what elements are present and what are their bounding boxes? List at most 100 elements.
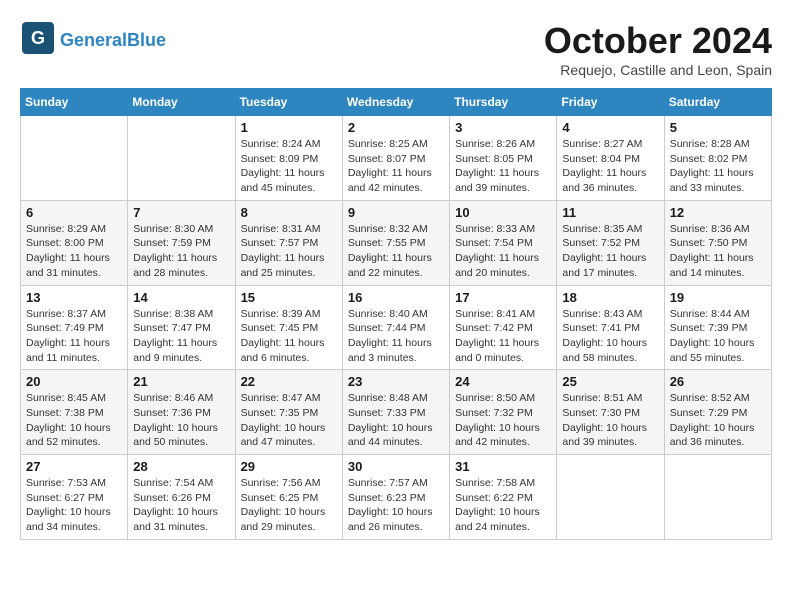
dow-header-wednesday: Wednesday xyxy=(342,89,449,116)
calendar-cell: 31Sunrise: 7:58 AM Sunset: 6:22 PM Dayli… xyxy=(450,455,557,540)
day-number: 26 xyxy=(670,374,766,389)
logo: G GeneralBlue xyxy=(20,20,166,61)
day-detail: Sunrise: 8:36 AM Sunset: 7:50 PM Dayligh… xyxy=(670,222,766,281)
calendar-cell: 28 Sunrise: 7:54 AM Sunset: 6:26 PM Dayli… xyxy=(128,455,235,540)
calendar-cell: 5Sunrise: 8:28 AM Sunset: 8:02 PM Daylig… xyxy=(664,116,771,201)
day-number: 17 xyxy=(455,290,551,305)
day-number: 23 xyxy=(348,374,444,389)
day-detail: Sunrise: 8:47 AM Sunset: 7:35 PM Dayligh… xyxy=(241,391,337,450)
day-number: 4 xyxy=(562,120,658,135)
day-number: 15 xyxy=(241,290,337,305)
week-row-5: 27 Sunrise: 7:53 AM Sunset: 6:27 PM Dayli… xyxy=(21,455,772,540)
day-detail: Sunrise: 8:29 AM Sunset: 8:00 PM Dayligh… xyxy=(26,222,122,281)
day-detail: Sunrise: 8:26 AM Sunset: 8:05 PM Dayligh… xyxy=(455,137,551,196)
day-detail: Sunrise: 8:52 AM Sunset: 7:29 PM Dayligh… xyxy=(670,391,766,450)
calendar-cell: 17 Sunrise: 8:41 AM Sunset: 7:42 PM Dayli… xyxy=(450,285,557,370)
month-title: October 2024 xyxy=(544,20,772,62)
week-row-1: 1 Sunrise: 8:24 AM Sunset: 8:09 PM Daylig… xyxy=(21,116,772,201)
day-number: 30 xyxy=(348,459,444,474)
day-number: 31 xyxy=(455,459,551,474)
logo-icon: G xyxy=(20,20,56,56)
day-detail: Sunrise: 7:57 AM Sunset: 6:23 PM Dayligh… xyxy=(348,476,444,535)
day-detail: Sunrise: 8:44 AM Sunset: 7:39 PM Dayligh… xyxy=(670,307,766,366)
page-header: G GeneralBlue October 2024 Requejo, Cast… xyxy=(20,20,772,78)
calendar-cell: 18 Sunrise: 8:43 AM Sunset: 7:41 PM Dayli… xyxy=(557,285,664,370)
week-row-3: 13 Sunrise: 8:37 AM Sunset: 7:49 PM Dayli… xyxy=(21,285,772,370)
day-detail: Sunrise: 8:37 AM Sunset: 7:49 PM Dayligh… xyxy=(26,307,122,366)
logo-line2: Blue xyxy=(127,30,166,50)
calendar-cell: 7 Sunrise: 8:30 AM Sunset: 7:59 PM Daylig… xyxy=(128,200,235,285)
day-detail: Sunrise: 8:46 AM Sunset: 7:36 PM Dayligh… xyxy=(133,391,229,450)
calendar-cell: 16Sunrise: 8:40 AM Sunset: 7:44 PM Dayli… xyxy=(342,285,449,370)
day-number: 27 xyxy=(26,459,122,474)
day-number: 14 xyxy=(133,290,229,305)
day-number: 22 xyxy=(241,374,337,389)
calendar-cell: 11Sunrise: 8:35 AM Sunset: 7:52 PM Dayli… xyxy=(557,200,664,285)
logo-line1: General xyxy=(60,30,127,50)
days-of-week-row: SundayMondayTuesdayWednesdayThursdayFrid… xyxy=(21,89,772,116)
logo-text: GeneralBlue xyxy=(60,31,166,51)
day-detail: Sunrise: 8:48 AM Sunset: 7:33 PM Dayligh… xyxy=(348,391,444,450)
day-detail: Sunrise: 8:45 AM Sunset: 7:38 PM Dayligh… xyxy=(26,391,122,450)
day-number: 7 xyxy=(133,205,229,220)
day-number: 10 xyxy=(455,205,551,220)
day-number: 12 xyxy=(670,205,766,220)
day-detail: Sunrise: 8:51 AM Sunset: 7:30 PM Dayligh… xyxy=(562,391,658,450)
calendar-cell: 1 Sunrise: 8:24 AM Sunset: 8:09 PM Daylig… xyxy=(235,116,342,201)
day-detail: Sunrise: 8:40 AM Sunset: 7:44 PM Dayligh… xyxy=(348,307,444,366)
day-detail: Sunrise: 8:43 AM Sunset: 7:41 PM Dayligh… xyxy=(562,307,658,366)
day-number: 8 xyxy=(241,205,337,220)
day-number: 2 xyxy=(348,120,444,135)
day-detail: Sunrise: 8:25 AM Sunset: 8:07 PM Dayligh… xyxy=(348,137,444,196)
calendar-cell: 25 Sunrise: 8:51 AM Sunset: 7:30 PM Dayli… xyxy=(557,370,664,455)
day-detail: Sunrise: 8:24 AM Sunset: 8:09 PM Dayligh… xyxy=(241,137,337,196)
day-detail: Sunrise: 8:28 AM Sunset: 8:02 PM Dayligh… xyxy=(670,137,766,196)
calendar-cell: 14Sunrise: 8:38 AM Sunset: 7:47 PM Dayli… xyxy=(128,285,235,370)
calendar-cell: 24Sunrise: 8:50 AM Sunset: 7:32 PM Dayli… xyxy=(450,370,557,455)
day-detail: Sunrise: 8:35 AM Sunset: 7:52 PM Dayligh… xyxy=(562,222,658,281)
calendar-cell: 26 Sunrise: 8:52 AM Sunset: 7:29 PM Dayli… xyxy=(664,370,771,455)
dow-header-tuesday: Tuesday xyxy=(235,89,342,116)
day-number: 1 xyxy=(241,120,337,135)
day-number: 28 xyxy=(133,459,229,474)
calendar-cell: 27 Sunrise: 7:53 AM Sunset: 6:27 PM Dayli… xyxy=(21,455,128,540)
day-number: 20 xyxy=(26,374,122,389)
day-detail: Sunrise: 8:41 AM Sunset: 7:42 PM Dayligh… xyxy=(455,307,551,366)
day-detail: Sunrise: 8:33 AM Sunset: 7:54 PM Dayligh… xyxy=(455,222,551,281)
day-number: 13 xyxy=(26,290,122,305)
day-number: 3 xyxy=(455,120,551,135)
day-detail: Sunrise: 7:54 AM Sunset: 6:26 PM Dayligh… xyxy=(133,476,229,535)
day-detail: Sunrise: 8:31 AM Sunset: 7:57 PM Dayligh… xyxy=(241,222,337,281)
calendar-cell: 23 Sunrise: 8:48 AM Sunset: 7:33 PM Dayli… xyxy=(342,370,449,455)
day-number: 9 xyxy=(348,205,444,220)
calendar-cell: 30 Sunrise: 7:57 AM Sunset: 6:23 PM Dayli… xyxy=(342,455,449,540)
day-detail: Sunrise: 7:56 AM Sunset: 6:25 PM Dayligh… xyxy=(241,476,337,535)
calendar-cell: 29Sunrise: 7:56 AM Sunset: 6:25 PM Dayli… xyxy=(235,455,342,540)
day-number: 18 xyxy=(562,290,658,305)
dow-header-monday: Monday xyxy=(128,89,235,116)
calendar-cell: 12 Sunrise: 8:36 AM Sunset: 7:50 PM Dayli… xyxy=(664,200,771,285)
calendar-body: 1 Sunrise: 8:24 AM Sunset: 8:09 PM Daylig… xyxy=(21,116,772,540)
calendar-cell: 8 Sunrise: 8:31 AM Sunset: 7:57 PM Daylig… xyxy=(235,200,342,285)
day-number: 25 xyxy=(562,374,658,389)
calendar-cell xyxy=(128,116,235,201)
day-number: 6 xyxy=(26,205,122,220)
title-area: October 2024 Requejo, Castille and Leon,… xyxy=(544,20,772,78)
week-row-4: 20 Sunrise: 8:45 AM Sunset: 7:38 PM Dayli… xyxy=(21,370,772,455)
week-row-2: 6 Sunrise: 8:29 AM Sunset: 8:00 PM Daylig… xyxy=(21,200,772,285)
calendar-cell: 10 Sunrise: 8:33 AM Sunset: 7:54 PM Dayli… xyxy=(450,200,557,285)
day-detail: Sunrise: 8:39 AM Sunset: 7:45 PM Dayligh… xyxy=(241,307,337,366)
location-title: Requejo, Castille and Leon, Spain xyxy=(544,62,772,78)
day-detail: Sunrise: 8:30 AM Sunset: 7:59 PM Dayligh… xyxy=(133,222,229,281)
calendar-cell xyxy=(664,455,771,540)
calendar-cell: 13 Sunrise: 8:37 AM Sunset: 7:49 PM Dayli… xyxy=(21,285,128,370)
calendar-cell: 21Sunrise: 8:46 AM Sunset: 7:36 PM Dayli… xyxy=(128,370,235,455)
calendar-cell: 3 Sunrise: 8:26 AM Sunset: 8:05 PM Daylig… xyxy=(450,116,557,201)
calendar-cell: 4Sunrise: 8:27 AM Sunset: 8:04 PM Daylig… xyxy=(557,116,664,201)
calendar-cell: 9 Sunrise: 8:32 AM Sunset: 7:55 PM Daylig… xyxy=(342,200,449,285)
day-detail: Sunrise: 8:32 AM Sunset: 7:55 PM Dayligh… xyxy=(348,222,444,281)
calendar-cell: 19Sunrise: 8:44 AM Sunset: 7:39 PM Dayli… xyxy=(664,285,771,370)
day-detail: Sunrise: 7:53 AM Sunset: 6:27 PM Dayligh… xyxy=(26,476,122,535)
calendar-table: SundayMondayTuesdayWednesdayThursdayFrid… xyxy=(20,88,772,540)
calendar-cell: 22 Sunrise: 8:47 AM Sunset: 7:35 PM Dayli… xyxy=(235,370,342,455)
